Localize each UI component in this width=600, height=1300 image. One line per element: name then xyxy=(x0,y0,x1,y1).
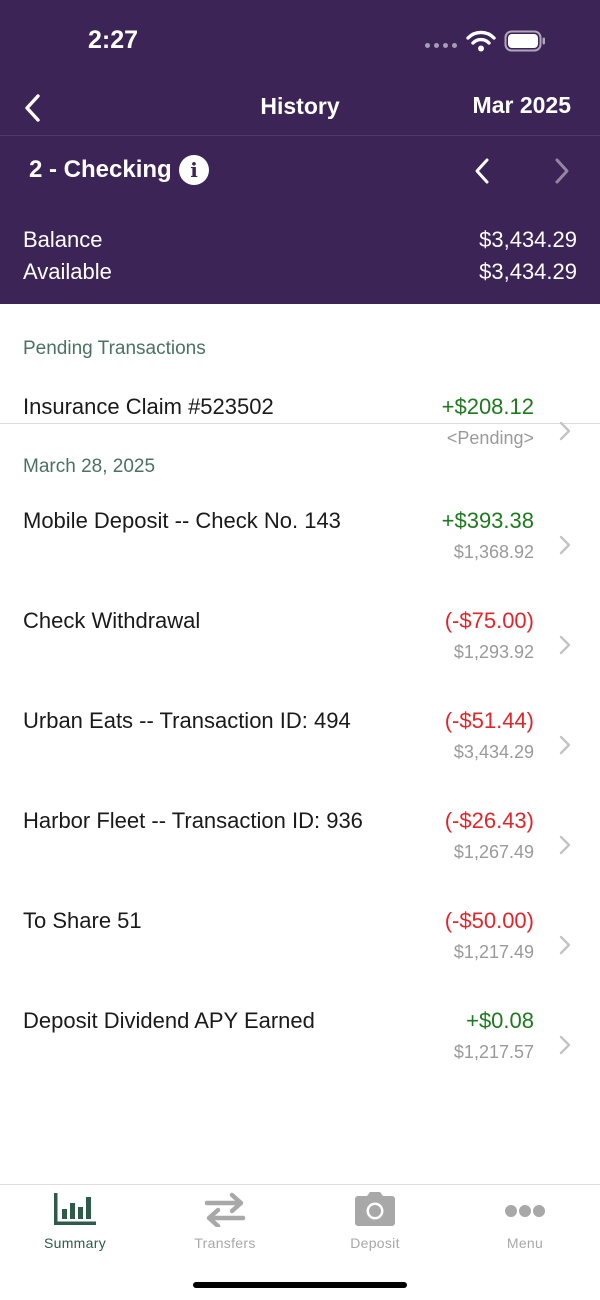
transaction-description: Mobile Deposit -- Check No. 143 xyxy=(23,508,341,533)
transaction-row[interactable]: Check Withdrawal (-$75.00) $1,293.92 xyxy=(0,604,600,704)
camera-icon xyxy=(355,1192,395,1226)
transaction-status: <Pending> xyxy=(446,428,534,448)
transaction-row[interactable]: Harbor Fleet -- Transaction ID: 936 (-$2… xyxy=(0,804,600,904)
next-account-button[interactable] xyxy=(548,156,576,186)
transaction-amount: (-$50.00) xyxy=(444,908,534,933)
tab-transfers[interactable]: Transfers xyxy=(165,1191,285,1251)
available-label: Available xyxy=(23,259,112,284)
tab-label: Transfers xyxy=(194,1235,256,1251)
header: 2:27 History Mar 2025 2 - Checking i Bal… xyxy=(0,0,600,304)
transfer-arrows-icon xyxy=(204,1192,246,1227)
info-icon[interactable]: i xyxy=(179,155,209,185)
tab-label: Summary xyxy=(44,1235,106,1251)
status-bar: 2:27 xyxy=(0,0,600,80)
balance-row: Balance $3,434.29 xyxy=(23,224,577,256)
battery-icon xyxy=(504,30,545,52)
chevron-right-icon xyxy=(559,935,571,955)
account-selector: 2 - Checking i xyxy=(0,136,600,206)
signal-icon xyxy=(425,43,457,48)
chevron-right-icon xyxy=(559,835,571,855)
running-balance: $3,434.29 xyxy=(453,742,534,762)
transaction-description: To Share 51 xyxy=(23,908,142,933)
balance-label: Balance xyxy=(23,227,103,252)
chevron-right-icon xyxy=(559,635,571,655)
balance-value: $3,434.29 xyxy=(479,227,577,252)
transaction-description: Urban Eats -- Transaction ID: 494 xyxy=(23,708,351,733)
transaction-description: Check Withdrawal xyxy=(23,608,201,633)
transaction-description: Insurance Claim #523502 xyxy=(23,394,274,419)
tab-menu[interactable]: Menu xyxy=(465,1191,585,1251)
running-balance: $1,293.92 xyxy=(453,642,534,662)
transaction-amount: +$0.08 xyxy=(466,1008,534,1033)
transaction-amount: (-$26.43) xyxy=(444,808,534,833)
available-row: Available $3,434.29 xyxy=(23,256,577,288)
status-time: 2:27 xyxy=(88,26,139,54)
pending-section: Pending Transactions Insurance Claim #52… xyxy=(0,304,600,448)
more-dots-icon xyxy=(505,1205,545,1217)
transaction-description: Deposit Dividend APY Earned xyxy=(23,1008,315,1033)
tab-deposit[interactable]: Deposit xyxy=(315,1191,435,1251)
tab-label: Deposit xyxy=(350,1235,400,1251)
chevron-right-icon xyxy=(559,735,571,755)
chevron-right-icon xyxy=(559,421,571,441)
transaction-amount: (-$51.44) xyxy=(444,708,534,733)
tab-label: Menu xyxy=(506,1235,544,1251)
running-balance: $1,267.49 xyxy=(453,842,534,862)
month-selector[interactable]: Mar 2025 xyxy=(473,92,571,119)
transaction-row[interactable]: To Share 51 (-$50.00) $1,217.49 xyxy=(0,904,600,1004)
tab-summary[interactable]: Summary xyxy=(15,1191,135,1251)
running-balance: $1,217.57 xyxy=(453,1042,534,1062)
chevron-right-icon xyxy=(559,535,571,555)
transaction-row[interactable]: Mobile Deposit -- Check No. 143 +$393.38… xyxy=(0,504,600,604)
available-value: $3,434.29 xyxy=(479,259,577,284)
transaction-amount: +$208.12 xyxy=(441,394,534,419)
balance-summary: Balance $3,434.29 Available $3,434.29 xyxy=(23,224,577,288)
bar-chart-icon xyxy=(54,1193,96,1225)
running-balance: $1,368.92 xyxy=(453,542,534,562)
transaction-amount: +$393.38 xyxy=(441,508,534,533)
home-indicator xyxy=(193,1282,407,1288)
transaction-amount: (-$75.00) xyxy=(444,608,534,633)
transaction-description: Harbor Fleet -- Transaction ID: 936 xyxy=(23,808,363,833)
transaction-list: Pending Transactions Insurance Claim #52… xyxy=(0,304,600,1104)
chevron-right-icon xyxy=(559,1035,571,1055)
wifi-icon xyxy=(466,30,496,52)
running-balance: $1,217.49 xyxy=(453,942,534,962)
account-name: 2 - Checking xyxy=(29,156,172,183)
transaction-row[interactable]: Insurance Claim #523502 +$208.12 <Pendin… xyxy=(0,390,600,490)
nav-bar: History Mar 2025 xyxy=(0,80,600,136)
transaction-row[interactable]: Deposit Dividend APY Earned +$0.08 $1,21… xyxy=(0,1004,600,1104)
transaction-row[interactable]: Urban Eats -- Transaction ID: 494 (-$51.… xyxy=(0,704,600,804)
section-header-pending: Pending Transactions xyxy=(23,338,206,359)
previous-account-button[interactable] xyxy=(468,156,496,186)
